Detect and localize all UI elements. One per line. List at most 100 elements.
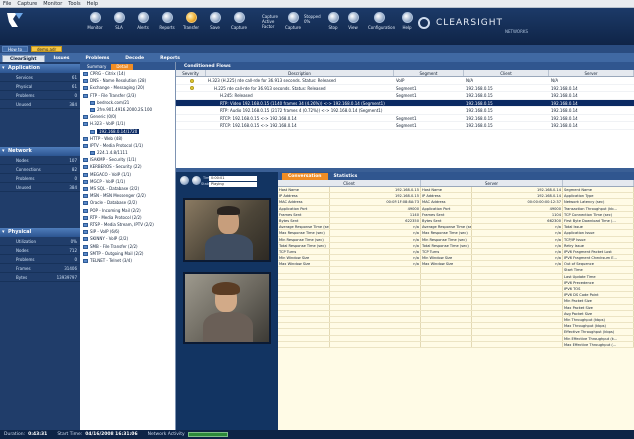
- toolbar-alerts-button[interactable]: Alerts: [132, 12, 154, 30]
- tree-item[interactable]: SMB - File Transfer (2/2): [80, 243, 175, 250]
- tab-issues[interactable]: Issues: [47, 55, 77, 62]
- sidebar-item-problems[interactable]: Problems 0: [0, 91, 80, 100]
- flow-segment: [394, 100, 464, 107]
- tree-item[interactable]: HTTP - Web (48): [80, 135, 175, 142]
- menu-monitor[interactable]: Monitor: [43, 1, 62, 7]
- tree-item[interactable]: 192.168.0.14/1720: [80, 128, 175, 135]
- stat-client-value: [330, 267, 421, 273]
- stat-server-name: TCP Turns: [421, 248, 472, 255]
- sidebar-item-problems[interactable]: Problems 0: [0, 255, 80, 264]
- tree-item[interactable]: Generic (0/0): [80, 113, 175, 120]
- tab-decode[interactable]: Decode: [118, 55, 151, 62]
- menu-file[interactable]: File: [3, 1, 11, 7]
- tree-item[interactable]: Oracle - Database (2/2): [80, 199, 175, 206]
- toolbar-capture-button[interactable]: Capture: [228, 12, 250, 30]
- tree-item[interactable]: IPTV - Media Protocol (1/1): [80, 142, 175, 149]
- flow-row[interactable]: RTCP: 192.168.0.15 <-> 192.168.0.14 Segme…: [176, 122, 634, 130]
- tree-item[interactable]: SIP - VoIP (6/6): [80, 228, 175, 235]
- toolbar-help-button[interactable]: Help: [396, 12, 418, 30]
- tree-item[interactable]: SKINNY - VoIP (2/2): [80, 235, 175, 242]
- column-header-severity[interactable]: Severity: [176, 70, 206, 76]
- tree-item[interactable]: MEGACO - VoIP (1/1): [80, 171, 175, 178]
- tree-item[interactable]: RTP - Media Protocol (2/2): [80, 214, 175, 221]
- tree-item[interactable]: MSN - MSN Messenger (2/2): [80, 192, 175, 199]
- flow-row[interactable]: RTP: Audio 192.168.0.15 (2172 frames 4 (…: [176, 107, 634, 115]
- brand-subtitle: NETWORKS: [505, 29, 529, 34]
- stats-rows: Host Name 192.168.0.15 Host Name 192.168.0.…: [278, 187, 634, 348]
- sidebar-section-title: Physical: [8, 229, 32, 235]
- flow-row[interactable]: H.323 (H.225) rde call-rde for 36.913 se…: [176, 77, 634, 85]
- tree-item[interactable]: KERBEROS - Security (22): [80, 163, 175, 170]
- tree-item[interactable]: SMTP - Outgoing Mail (2/2): [80, 250, 175, 257]
- tab-conditioned-flows[interactable]: Conditioned Flows: [178, 63, 237, 70]
- tab-clearsight[interactable]: ClearSight: [2, 55, 45, 62]
- toolbar-capture-button[interactable]: Capture: [282, 12, 304, 30]
- toolbar-transfer-button[interactable]: Transfer: [180, 12, 202, 30]
- sidebar-item-connections[interactable]: Connections 82: [0, 165, 80, 174]
- capture-file-button[interactable]: demo.adr: [31, 46, 63, 52]
- sidebar-item-bytes[interactable]: Bytes 13939797: [0, 273, 80, 282]
- column-header-server[interactable]: Server: [549, 70, 634, 76]
- stat-client-value: [330, 304, 421, 310]
- tree-item[interactable]: MGCP - VoIP (1/1): [80, 178, 175, 185]
- tab-statistics[interactable]: Statistics: [328, 173, 364, 180]
- tree-item[interactable]: POP - Incoming Mail (2/2): [80, 207, 175, 214]
- sidebar-item-services[interactable]: Services 61: [0, 73, 80, 82]
- flow-row[interactable]: H.245: Released Segment1 192.168.0.15 192.1…: [176, 92, 634, 100]
- sidebar-item-physical[interactable]: Physical 61: [0, 82, 80, 91]
- tree-item-label: POP - Incoming Mail (2/2): [90, 207, 141, 213]
- toolbar-stop-button[interactable]: Stop: [322, 12, 344, 30]
- sidebar-item-nodes[interactable]: Nodes 107: [0, 156, 80, 165]
- sidebar-item-problems[interactable]: Problems 0: [0, 174, 80, 183]
- menu-tools[interactable]: Tools: [68, 1, 80, 7]
- tree-item[interactable]: RTSP - Media Stream, IPTV (2/2): [80, 221, 175, 228]
- tree-item[interactable]: Exchange - Messaging (20): [80, 84, 175, 91]
- tree-item[interactable]: 224.1.4.8/1111: [80, 149, 175, 156]
- toolbar-configuration-button[interactable]: Configuration: [368, 12, 395, 30]
- sidebar-item-nodes[interactable]: Nodes 712: [0, 246, 80, 255]
- tab-reports[interactable]: Reports: [153, 55, 187, 62]
- tree-item[interactable]: 2fre.901.4916.2000.2S.100: [80, 106, 175, 113]
- tab-conversation[interactable]: Conversation: [282, 173, 328, 180]
- sidebar-item-unused[interactable]: Unused 384: [0, 183, 80, 192]
- tree-item[interactable]: H.323 - VoIP (1/1): [80, 120, 175, 127]
- stat-client-value: [330, 310, 421, 316]
- flow-row[interactable]: RTP: Video 192.168.0.15 (1140 frames 34 …: [176, 99, 634, 107]
- flow-row[interactable]: RTCP: 192.168.0.15 <-> 192.168.0.14 Segme…: [176, 115, 634, 122]
- tree-item[interactable]: TELNET - Telnet (3/4): [80, 257, 175, 264]
- tab-problems[interactable]: Problems: [78, 55, 116, 62]
- stat-metric-name: Total Issue: [563, 224, 634, 230]
- toolbar-sla-button[interactable]: SLA: [108, 12, 130, 30]
- stop-button[interactable]: [192, 176, 201, 185]
- menu-help[interactable]: Help: [87, 1, 98, 7]
- toolbar-save-button[interactable]: Save: [204, 12, 226, 30]
- toolbar-view-button[interactable]: View: [342, 12, 364, 30]
- toolbar-monitor-button[interactable]: Monitor: [84, 12, 106, 30]
- tree-item[interactable]: CPRG - Citrix (14): [80, 70, 175, 77]
- tree-item[interactable]: bedrock.com/21: [80, 99, 175, 106]
- sidebar-item-value: 61: [71, 75, 77, 80]
- sidebar-section-physical[interactable]: ▾ Physical: [0, 228, 80, 237]
- tree-item[interactable]: DNS - Name Resolution (28): [80, 77, 175, 84]
- sidebar-item-unused[interactable]: Unused 384: [0, 100, 80, 109]
- column-header-description[interactable]: Description: [206, 70, 394, 76]
- tree-item[interactable]: FTP - File Transfer (2/3): [80, 92, 175, 99]
- column-header-segment[interactable]: Segment: [394, 70, 464, 76]
- play-button[interactable]: [180, 176, 189, 185]
- sidebar-item-frames[interactable]: Frames 31406: [0, 264, 80, 273]
- toolbar-reports-button[interactable]: Reports: [156, 12, 178, 30]
- flow-row[interactable]: H.225 rde call-rde for 36.913 seconds. S…: [176, 85, 634, 92]
- sidebar-section-application[interactable]: ▾ Application: [0, 64, 80, 73]
- column-header-client[interactable]: Client: [464, 70, 549, 76]
- severity-icon: [190, 86, 194, 90]
- stat-client-value: [330, 335, 421, 341]
- flow-description: RTP: Video 192.168.0.15 (1140 frames 34 …: [220, 100, 385, 106]
- stat-client-value: [330, 292, 421, 298]
- flow-server: 192.168.0.14: [551, 85, 578, 91]
- menu-capture[interactable]: Capture: [17, 1, 37, 7]
- tree-item[interactable]: ISAKMP - Security (1/1): [80, 156, 175, 163]
- howto-button[interactable]: How to: [2, 46, 29, 52]
- tree-item[interactable]: MS SQL - Database (2/2): [80, 185, 175, 192]
- sidebar-item-utilization[interactable]: Utilization 0%: [0, 237, 80, 246]
- sidebar-section-network[interactable]: ▾ Network: [0, 147, 80, 156]
